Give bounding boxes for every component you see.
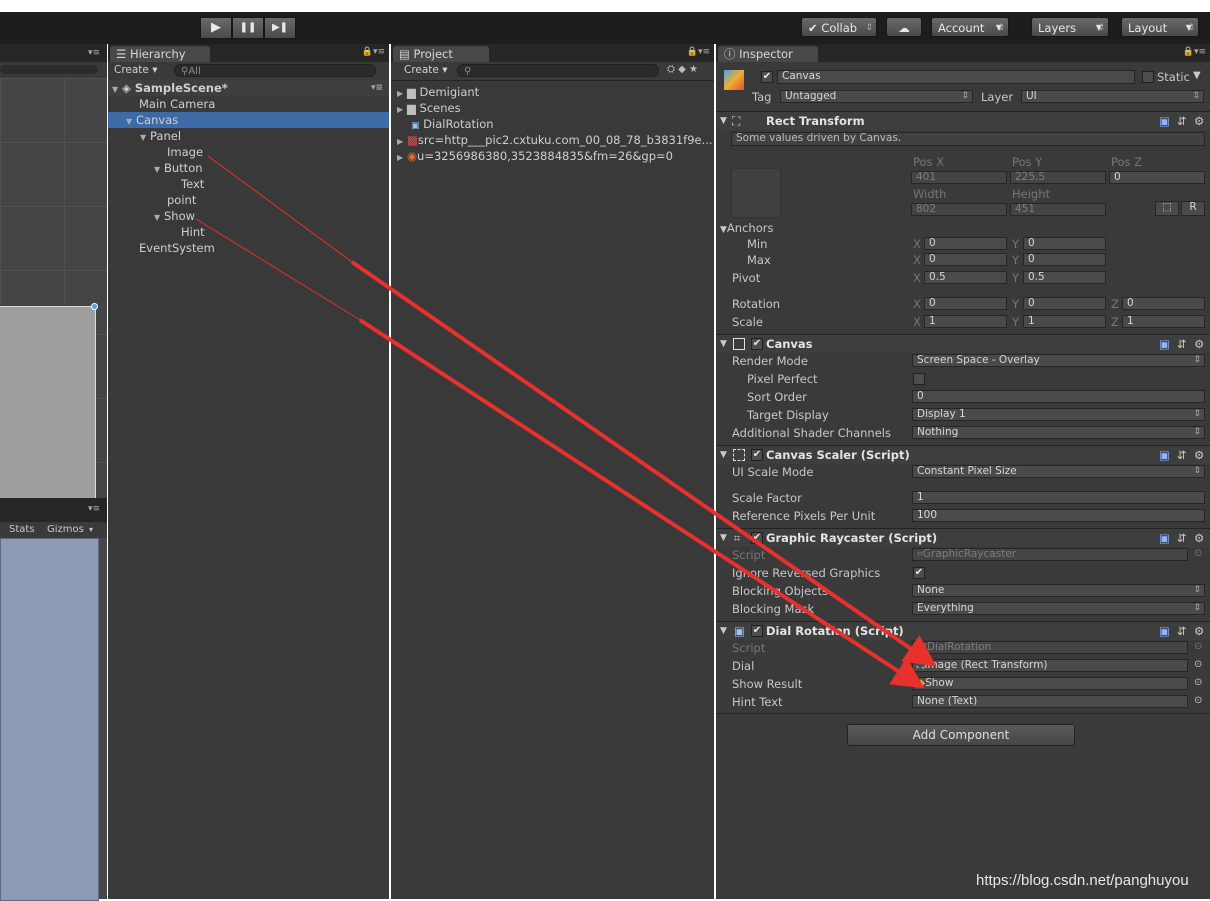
arrow-show-to-result bbox=[358, 318, 925, 689]
arrow-image-thin bbox=[207, 155, 353, 263]
arrow-show-thin bbox=[195, 218, 361, 321]
annotation-arrows bbox=[195, 155, 937, 689]
arrow-image-to-dial bbox=[350, 260, 937, 667]
